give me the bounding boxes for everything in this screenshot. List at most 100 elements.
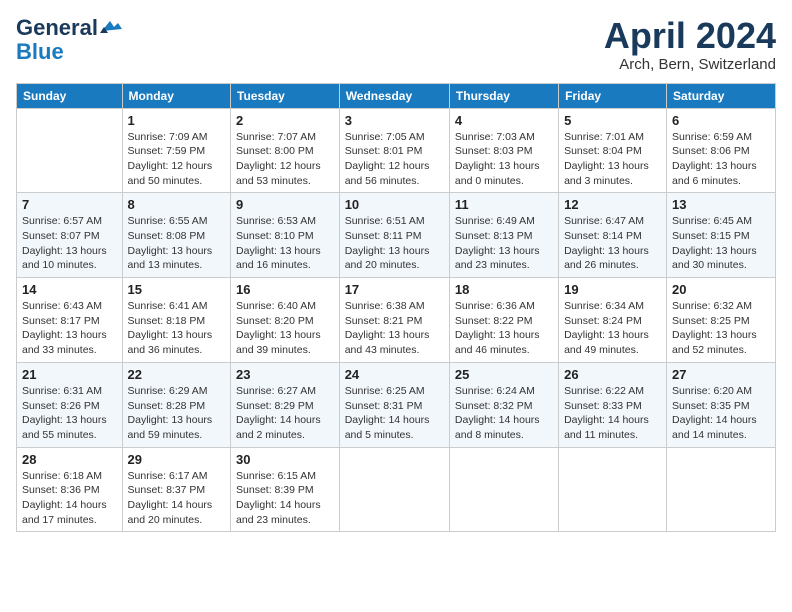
- day-number: 8: [128, 197, 225, 212]
- calendar-cell: 29Sunrise: 6:17 AM Sunset: 8:37 PM Dayli…: [122, 447, 230, 532]
- title-block: April 2024 Arch, Bern, Switzerland: [604, 16, 776, 73]
- calendar-cell: 21 Sunrise: 6:31 AM Sunset: 8:26 PM Dayli…: [17, 362, 123, 447]
- day-number: 5: [564, 113, 661, 128]
- day-info: Sunrise: 7:09 AM Sunset: 7:59 PM Dayligh…: [128, 130, 225, 189]
- calendar-cell: 5 Sunrise: 7:01 AM Sunset: 8:04 PM Daylig…: [559, 108, 667, 193]
- day-number: 17: [345, 282, 444, 297]
- logo: General Blue: [16, 16, 122, 64]
- calendar-cell: [449, 447, 558, 532]
- calendar-cell: 16 Sunrise: 6:40 AM Sunset: 8:20 PM Dayli…: [231, 278, 340, 363]
- day-info: Sunrise: 6:15 AM Sunset: 8:39 PM Dayligh…: [236, 469, 334, 528]
- logo-blue: Blue: [16, 40, 64, 64]
- day-number: 4: [455, 113, 553, 128]
- header: General Blue April 2024 Arch, Bern, Swit…: [16, 16, 776, 73]
- week-row-4: 21 Sunrise: 6:31 AM Sunset: 8:26 PM Dayli…: [17, 362, 776, 447]
- day-number: 23: [236, 367, 334, 382]
- calendar-cell: 24Sunrise: 6:25 AM Sunset: 8:31 PM Dayli…: [339, 362, 449, 447]
- day-number: 12: [564, 197, 661, 212]
- calendar-cell: 15 Sunrise: 6:41 AM Sunset: 8:18 PM Dayli…: [122, 278, 230, 363]
- day-number: 25: [455, 367, 553, 382]
- day-info: Sunrise: 7:01 AM Sunset: 8:04 PM Dayligh…: [564, 130, 661, 189]
- day-info: Sunrise: 7:07 AM Sunset: 8:00 PM Dayligh…: [236, 130, 334, 189]
- calendar-cell: 3 Sunrise: 7:05 AM Sunset: 8:01 PM Daylig…: [339, 108, 449, 193]
- calendar-cell: 17 Sunrise: 6:38 AM Sunset: 8:21 PM Dayli…: [339, 278, 449, 363]
- calendar-cell: 28Sunrise: 6:18 AM Sunset: 8:36 PM Dayli…: [17, 447, 123, 532]
- calendar-cell: 14Sunrise: 6:43 AM Sunset: 8:17 PM Dayli…: [17, 278, 123, 363]
- day-number: 10: [345, 197, 444, 212]
- calendar-header-row: SundayMondayTuesdayWednesdayThursdayFrid…: [17, 83, 776, 108]
- day-info: Sunrise: 6:47 AM Sunset: 8:14 PM Dayligh…: [564, 214, 661, 273]
- day-number: 21: [22, 367, 117, 382]
- column-header-tuesday: Tuesday: [231, 83, 340, 108]
- day-info: Sunrise: 6:29 AM Sunset: 8:28 PM Dayligh…: [128, 384, 225, 443]
- day-info: Sunrise: 6:40 AM Sunset: 8:20 PM Dayligh…: [236, 299, 334, 358]
- day-number: 2: [236, 113, 334, 128]
- day-info: Sunrise: 7:03 AM Sunset: 8:03 PM Dayligh…: [455, 130, 553, 189]
- column-header-friday: Friday: [559, 83, 667, 108]
- day-info: Sunrise: 6:49 AM Sunset: 8:13 PM Dayligh…: [455, 214, 553, 273]
- day-number: 20: [672, 282, 770, 297]
- day-number: 1: [128, 113, 225, 128]
- calendar-cell: [667, 447, 776, 532]
- day-info: Sunrise: 6:24 AM Sunset: 8:32 PM Dayligh…: [455, 384, 553, 443]
- calendar-cell: 2 Sunrise: 7:07 AM Sunset: 8:00 PM Daylig…: [231, 108, 340, 193]
- day-info: Sunrise: 6:32 AM Sunset: 8:25 PM Dayligh…: [672, 299, 770, 358]
- day-info: Sunrise: 6:31 AM Sunset: 8:26 PM Dayligh…: [22, 384, 117, 443]
- calendar-cell: 18Sunrise: 6:36 AM Sunset: 8:22 PM Dayli…: [449, 278, 558, 363]
- calendar-cell: 20 Sunrise: 6:32 AM Sunset: 8:25 PM Dayli…: [667, 278, 776, 363]
- day-info: Sunrise: 6:41 AM Sunset: 8:18 PM Dayligh…: [128, 299, 225, 358]
- day-info: Sunrise: 6:34 AM Sunset: 8:24 PM Dayligh…: [564, 299, 661, 358]
- calendar-cell: 4 Sunrise: 7:03 AM Sunset: 8:03 PM Daylig…: [449, 108, 558, 193]
- calendar-cell: 1 Sunrise: 7:09 AM Sunset: 7:59 PM Daylig…: [122, 108, 230, 193]
- calendar-table: SundayMondayTuesdayWednesdayThursdayFrid…: [16, 83, 776, 533]
- calendar-cell: 19Sunrise: 6:34 AM Sunset: 8:24 PM Dayli…: [559, 278, 667, 363]
- calendar-cell: 10Sunrise: 6:51 AM Sunset: 8:11 PM Dayli…: [339, 193, 449, 278]
- day-info: Sunrise: 6:18 AM Sunset: 8:36 PM Dayligh…: [22, 469, 117, 528]
- day-number: 13: [672, 197, 770, 212]
- month-title: April 2024: [604, 16, 776, 56]
- calendar-cell: 27 Sunrise: 6:20 AM Sunset: 8:35 PM Dayli…: [667, 362, 776, 447]
- day-info: Sunrise: 6:59 AM Sunset: 8:06 PM Dayligh…: [672, 130, 770, 189]
- column-header-sunday: Sunday: [17, 83, 123, 108]
- day-info: Sunrise: 6:22 AM Sunset: 8:33 PM Dayligh…: [564, 384, 661, 443]
- calendar-cell: 30 Sunrise: 6:15 AM Sunset: 8:39 PM Dayli…: [231, 447, 340, 532]
- calendar-cell: [339, 447, 449, 532]
- location-subtitle: Arch, Bern, Switzerland: [604, 56, 776, 73]
- day-info: Sunrise: 6:57 AM Sunset: 8:07 PM Dayligh…: [22, 214, 117, 273]
- calendar-cell: 23 Sunrise: 6:27 AM Sunset: 8:29 PM Dayli…: [231, 362, 340, 447]
- week-row-3: 14Sunrise: 6:43 AM Sunset: 8:17 PM Dayli…: [17, 278, 776, 363]
- week-row-1: 1 Sunrise: 7:09 AM Sunset: 7:59 PM Daylig…: [17, 108, 776, 193]
- day-info: Sunrise: 6:45 AM Sunset: 8:15 PM Dayligh…: [672, 214, 770, 273]
- day-number: 27: [672, 367, 770, 382]
- calendar-cell: 12 Sunrise: 6:47 AM Sunset: 8:14 PM Dayli…: [559, 193, 667, 278]
- week-row-2: 7Sunrise: 6:57 AM Sunset: 8:07 PM Daylig…: [17, 193, 776, 278]
- calendar-cell: 11Sunrise: 6:49 AM Sunset: 8:13 PM Dayli…: [449, 193, 558, 278]
- day-info: Sunrise: 6:43 AM Sunset: 8:17 PM Dayligh…: [22, 299, 117, 358]
- calendar-cell: 22 Sunrise: 6:29 AM Sunset: 8:28 PM Dayli…: [122, 362, 230, 447]
- calendar-cell: 8 Sunrise: 6:55 AM Sunset: 8:08 PM Daylig…: [122, 193, 230, 278]
- day-number: 6: [672, 113, 770, 128]
- day-number: 22: [128, 367, 225, 382]
- calendar-cell: [17, 108, 123, 193]
- day-number: 30: [236, 452, 334, 467]
- column-header-wednesday: Wednesday: [339, 83, 449, 108]
- logo-bird-icon: [100, 19, 122, 33]
- day-number: 16: [236, 282, 334, 297]
- calendar-cell: 9Sunrise: 6:53 AM Sunset: 8:10 PM Daylig…: [231, 193, 340, 278]
- calendar-cell: 13 Sunrise: 6:45 AM Sunset: 8:15 PM Dayli…: [667, 193, 776, 278]
- week-row-5: 28Sunrise: 6:18 AM Sunset: 8:36 PM Dayli…: [17, 447, 776, 532]
- column-header-thursday: Thursday: [449, 83, 558, 108]
- day-info: Sunrise: 6:27 AM Sunset: 8:29 PM Dayligh…: [236, 384, 334, 443]
- day-info: Sunrise: 6:38 AM Sunset: 8:21 PM Dayligh…: [345, 299, 444, 358]
- calendar-cell: 6 Sunrise: 6:59 AM Sunset: 8:06 PM Daylig…: [667, 108, 776, 193]
- calendar-body: 1 Sunrise: 7:09 AM Sunset: 7:59 PM Daylig…: [17, 108, 776, 532]
- calendar-cell: 7Sunrise: 6:57 AM Sunset: 8:07 PM Daylig…: [17, 193, 123, 278]
- day-number: 15: [128, 282, 225, 297]
- day-info: Sunrise: 7:05 AM Sunset: 8:01 PM Dayligh…: [345, 130, 444, 189]
- day-info: Sunrise: 6:55 AM Sunset: 8:08 PM Dayligh…: [128, 214, 225, 273]
- day-info: Sunrise: 6:20 AM Sunset: 8:35 PM Dayligh…: [672, 384, 770, 443]
- day-info: Sunrise: 6:36 AM Sunset: 8:22 PM Dayligh…: [455, 299, 553, 358]
- day-number: 26: [564, 367, 661, 382]
- day-info: Sunrise: 6:25 AM Sunset: 8:31 PM Dayligh…: [345, 384, 444, 443]
- day-number: 3: [345, 113, 444, 128]
